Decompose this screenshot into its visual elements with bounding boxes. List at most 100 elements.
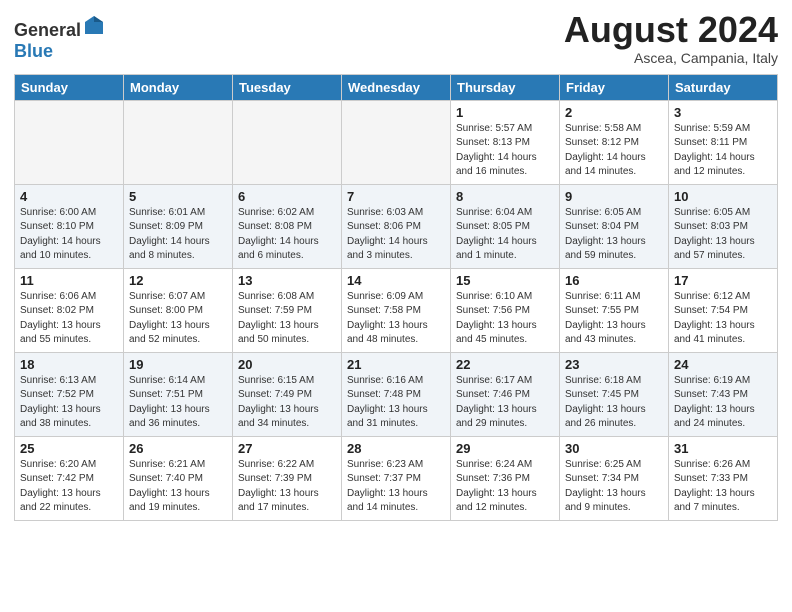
day-number: 28	[347, 441, 445, 456]
day-info: Sunrise: 6:22 AM Sunset: 7:39 PM Dayligh…	[238, 458, 336, 516]
day-info: Sunrise: 6:21 AM Sunset: 7:40 PM Dayligh…	[129, 458, 227, 516]
calendar-cell: 29 Sunrise: 6:24 AM Sunset: 7:36 PM Dayli…	[451, 436, 560, 520]
header: General Blue August 2024 Ascea, Campania…	[14, 10, 778, 66]
calendar-cell: 8 Sunrise: 6:04 AM Sunset: 8:05 PM Daylig…	[451, 184, 560, 268]
calendar-cell: 25 Sunrise: 6:20 AM Sunset: 7:42 PM Dayli…	[15, 436, 124, 520]
day-info: Sunrise: 6:07 AM Sunset: 8:00 PM Dayligh…	[129, 290, 227, 348]
day-number: 24	[674, 357, 772, 372]
day-number: 17	[674, 273, 772, 288]
day-number: 21	[347, 357, 445, 372]
calendar-cell: 31 Sunrise: 6:26 AM Sunset: 7:33 PM Dayli…	[669, 436, 778, 520]
day-number: 22	[456, 357, 554, 372]
month-title: August 2024	[564, 10, 778, 50]
day-info: Sunrise: 6:25 AM Sunset: 7:34 PM Dayligh…	[565, 458, 663, 516]
day-number: 3	[674, 105, 772, 120]
day-info: Sunrise: 6:16 AM Sunset: 7:48 PM Dayligh…	[347, 374, 445, 432]
day-info: Sunrise: 6:11 AM Sunset: 7:55 PM Dayligh…	[565, 290, 663, 348]
calendar-cell: 10 Sunrise: 6:05 AM Sunset: 8:03 PM Dayli…	[669, 184, 778, 268]
day-number: 7	[347, 189, 445, 204]
day-info: Sunrise: 6:03 AM Sunset: 8:06 PM Dayligh…	[347, 206, 445, 264]
day-number: 13	[238, 273, 336, 288]
calendar-cell: 23 Sunrise: 6:18 AM Sunset: 7:45 PM Dayli…	[560, 352, 669, 436]
calendar-cell: 15 Sunrise: 6:10 AM Sunset: 7:56 PM Dayli…	[451, 268, 560, 352]
logo: General Blue	[14, 14, 105, 62]
calendar-cell: 5 Sunrise: 6:01 AM Sunset: 8:09 PM Daylig…	[124, 184, 233, 268]
day-number: 5	[129, 189, 227, 204]
day-info: Sunrise: 6:09 AM Sunset: 7:58 PM Dayligh…	[347, 290, 445, 348]
calendar-cell: 12 Sunrise: 6:07 AM Sunset: 8:00 PM Dayli…	[124, 268, 233, 352]
day-number: 30	[565, 441, 663, 456]
calendar-cell: 19 Sunrise: 6:14 AM Sunset: 7:51 PM Dayli…	[124, 352, 233, 436]
day-info: Sunrise: 5:59 AM Sunset: 8:11 PM Dayligh…	[674, 122, 772, 180]
title-block: August 2024 Ascea, Campania, Italy	[564, 10, 778, 66]
day-number: 6	[238, 189, 336, 204]
col-header-sunday: Sunday	[15, 74, 124, 100]
calendar-cell: 4Sunrise: 6:00 AM Sunset: 8:10 PM Daylig…	[15, 184, 124, 268]
day-number: 29	[456, 441, 554, 456]
day-number: 14	[347, 273, 445, 288]
calendar-table: SundayMondayTuesdayWednesdayThursdayFrid…	[14, 74, 778, 521]
day-number: 26	[129, 441, 227, 456]
day-info: Sunrise: 6:15 AM Sunset: 7:49 PM Dayligh…	[238, 374, 336, 432]
calendar-cell: 20 Sunrise: 6:15 AM Sunset: 7:49 PM Dayli…	[233, 352, 342, 436]
col-header-saturday: Saturday	[669, 74, 778, 100]
calendar-cell	[15, 100, 124, 184]
calendar-cell: 16 Sunrise: 6:11 AM Sunset: 7:55 PM Dayli…	[560, 268, 669, 352]
calendar-cell: 3 Sunrise: 5:59 AM Sunset: 8:11 PM Daylig…	[669, 100, 778, 184]
day-info: Sunrise: 6:04 AM Sunset: 8:05 PM Dayligh…	[456, 206, 554, 264]
day-info: Sunrise: 6:01 AM Sunset: 8:09 PM Dayligh…	[129, 206, 227, 264]
day-number: 19	[129, 357, 227, 372]
day-info: Sunrise: 6:13 AM Sunset: 7:52 PM Dayligh…	[20, 374, 118, 432]
day-number: 18	[20, 357, 118, 372]
day-number: 12	[129, 273, 227, 288]
calendar-cell: 13 Sunrise: 6:08 AM Sunset: 7:59 PM Dayli…	[233, 268, 342, 352]
day-number: 31	[674, 441, 772, 456]
day-number: 8	[456, 189, 554, 204]
calendar-cell: 14 Sunrise: 6:09 AM Sunset: 7:58 PM Dayli…	[342, 268, 451, 352]
calendar-cell: 9 Sunrise: 6:05 AM Sunset: 8:04 PM Daylig…	[560, 184, 669, 268]
day-number: 9	[565, 189, 663, 204]
calendar-week-row: 11Sunrise: 6:06 AM Sunset: 8:02 PM Dayli…	[15, 268, 778, 352]
day-number: 20	[238, 357, 336, 372]
day-info: Sunrise: 6:19 AM Sunset: 7:43 PM Dayligh…	[674, 374, 772, 432]
day-number: 15	[456, 273, 554, 288]
calendar-cell: 28Sunrise: 6:23 AM Sunset: 7:37 PM Dayli…	[342, 436, 451, 520]
calendar-week-row: 25 Sunrise: 6:20 AM Sunset: 7:42 PM Dayli…	[15, 436, 778, 520]
day-info: Sunrise: 6:05 AM Sunset: 8:04 PM Dayligh…	[565, 206, 663, 264]
logo-blue-text: Blue	[14, 41, 53, 61]
day-number: 2	[565, 105, 663, 120]
calendar-cell	[233, 100, 342, 184]
day-info: Sunrise: 6:14 AM Sunset: 7:51 PM Dayligh…	[129, 374, 227, 432]
calendar-cell: 21 Sunrise: 6:16 AM Sunset: 7:48 PM Dayli…	[342, 352, 451, 436]
calendar-cell	[342, 100, 451, 184]
col-header-tuesday: Tuesday	[233, 74, 342, 100]
calendar-cell: 6Sunrise: 6:02 AM Sunset: 8:08 PM Daylig…	[233, 184, 342, 268]
day-info: Sunrise: 6:08 AM Sunset: 7:59 PM Dayligh…	[238, 290, 336, 348]
day-number: 1	[456, 105, 554, 120]
logo-general-text: General	[14, 20, 81, 40]
day-number: 10	[674, 189, 772, 204]
day-number: 16	[565, 273, 663, 288]
day-info: Sunrise: 6:10 AM Sunset: 7:56 PM Dayligh…	[456, 290, 554, 348]
calendar-cell: 1 Sunrise: 5:57 AM Sunset: 8:13 PM Daylig…	[451, 100, 560, 184]
logo-content: General Blue	[14, 14, 105, 62]
day-info: Sunrise: 6:18 AM Sunset: 7:45 PM Dayligh…	[565, 374, 663, 432]
calendar-cell: 7 Sunrise: 6:03 AM Sunset: 8:06 PM Daylig…	[342, 184, 451, 268]
location-subtitle: Ascea, Campania, Italy	[564, 50, 778, 66]
day-info: Sunrise: 6:00 AM Sunset: 8:10 PM Dayligh…	[20, 206, 118, 264]
day-info: Sunrise: 6:12 AM Sunset: 7:54 PM Dayligh…	[674, 290, 772, 348]
day-info: Sunrise: 5:58 AM Sunset: 8:12 PM Dayligh…	[565, 122, 663, 180]
day-info: Sunrise: 6:20 AM Sunset: 7:42 PM Dayligh…	[20, 458, 118, 516]
calendar-header-row: SundayMondayTuesdayWednesdayThursdayFrid…	[15, 74, 778, 100]
day-info: Sunrise: 6:26 AM Sunset: 7:33 PM Dayligh…	[674, 458, 772, 516]
day-info: Sunrise: 6:17 AM Sunset: 7:46 PM Dayligh…	[456, 374, 554, 432]
day-info: Sunrise: 6:05 AM Sunset: 8:03 PM Dayligh…	[674, 206, 772, 264]
day-info: Sunrise: 5:57 AM Sunset: 8:13 PM Dayligh…	[456, 122, 554, 180]
day-number: 25	[20, 441, 118, 456]
day-info: Sunrise: 6:24 AM Sunset: 7:36 PM Dayligh…	[456, 458, 554, 516]
day-number: 23	[565, 357, 663, 372]
calendar-cell: 30 Sunrise: 6:25 AM Sunset: 7:34 PM Dayli…	[560, 436, 669, 520]
calendar-cell: 18 Sunrise: 6:13 AM Sunset: 7:52 PM Dayli…	[15, 352, 124, 436]
col-header-friday: Friday	[560, 74, 669, 100]
col-header-thursday: Thursday	[451, 74, 560, 100]
